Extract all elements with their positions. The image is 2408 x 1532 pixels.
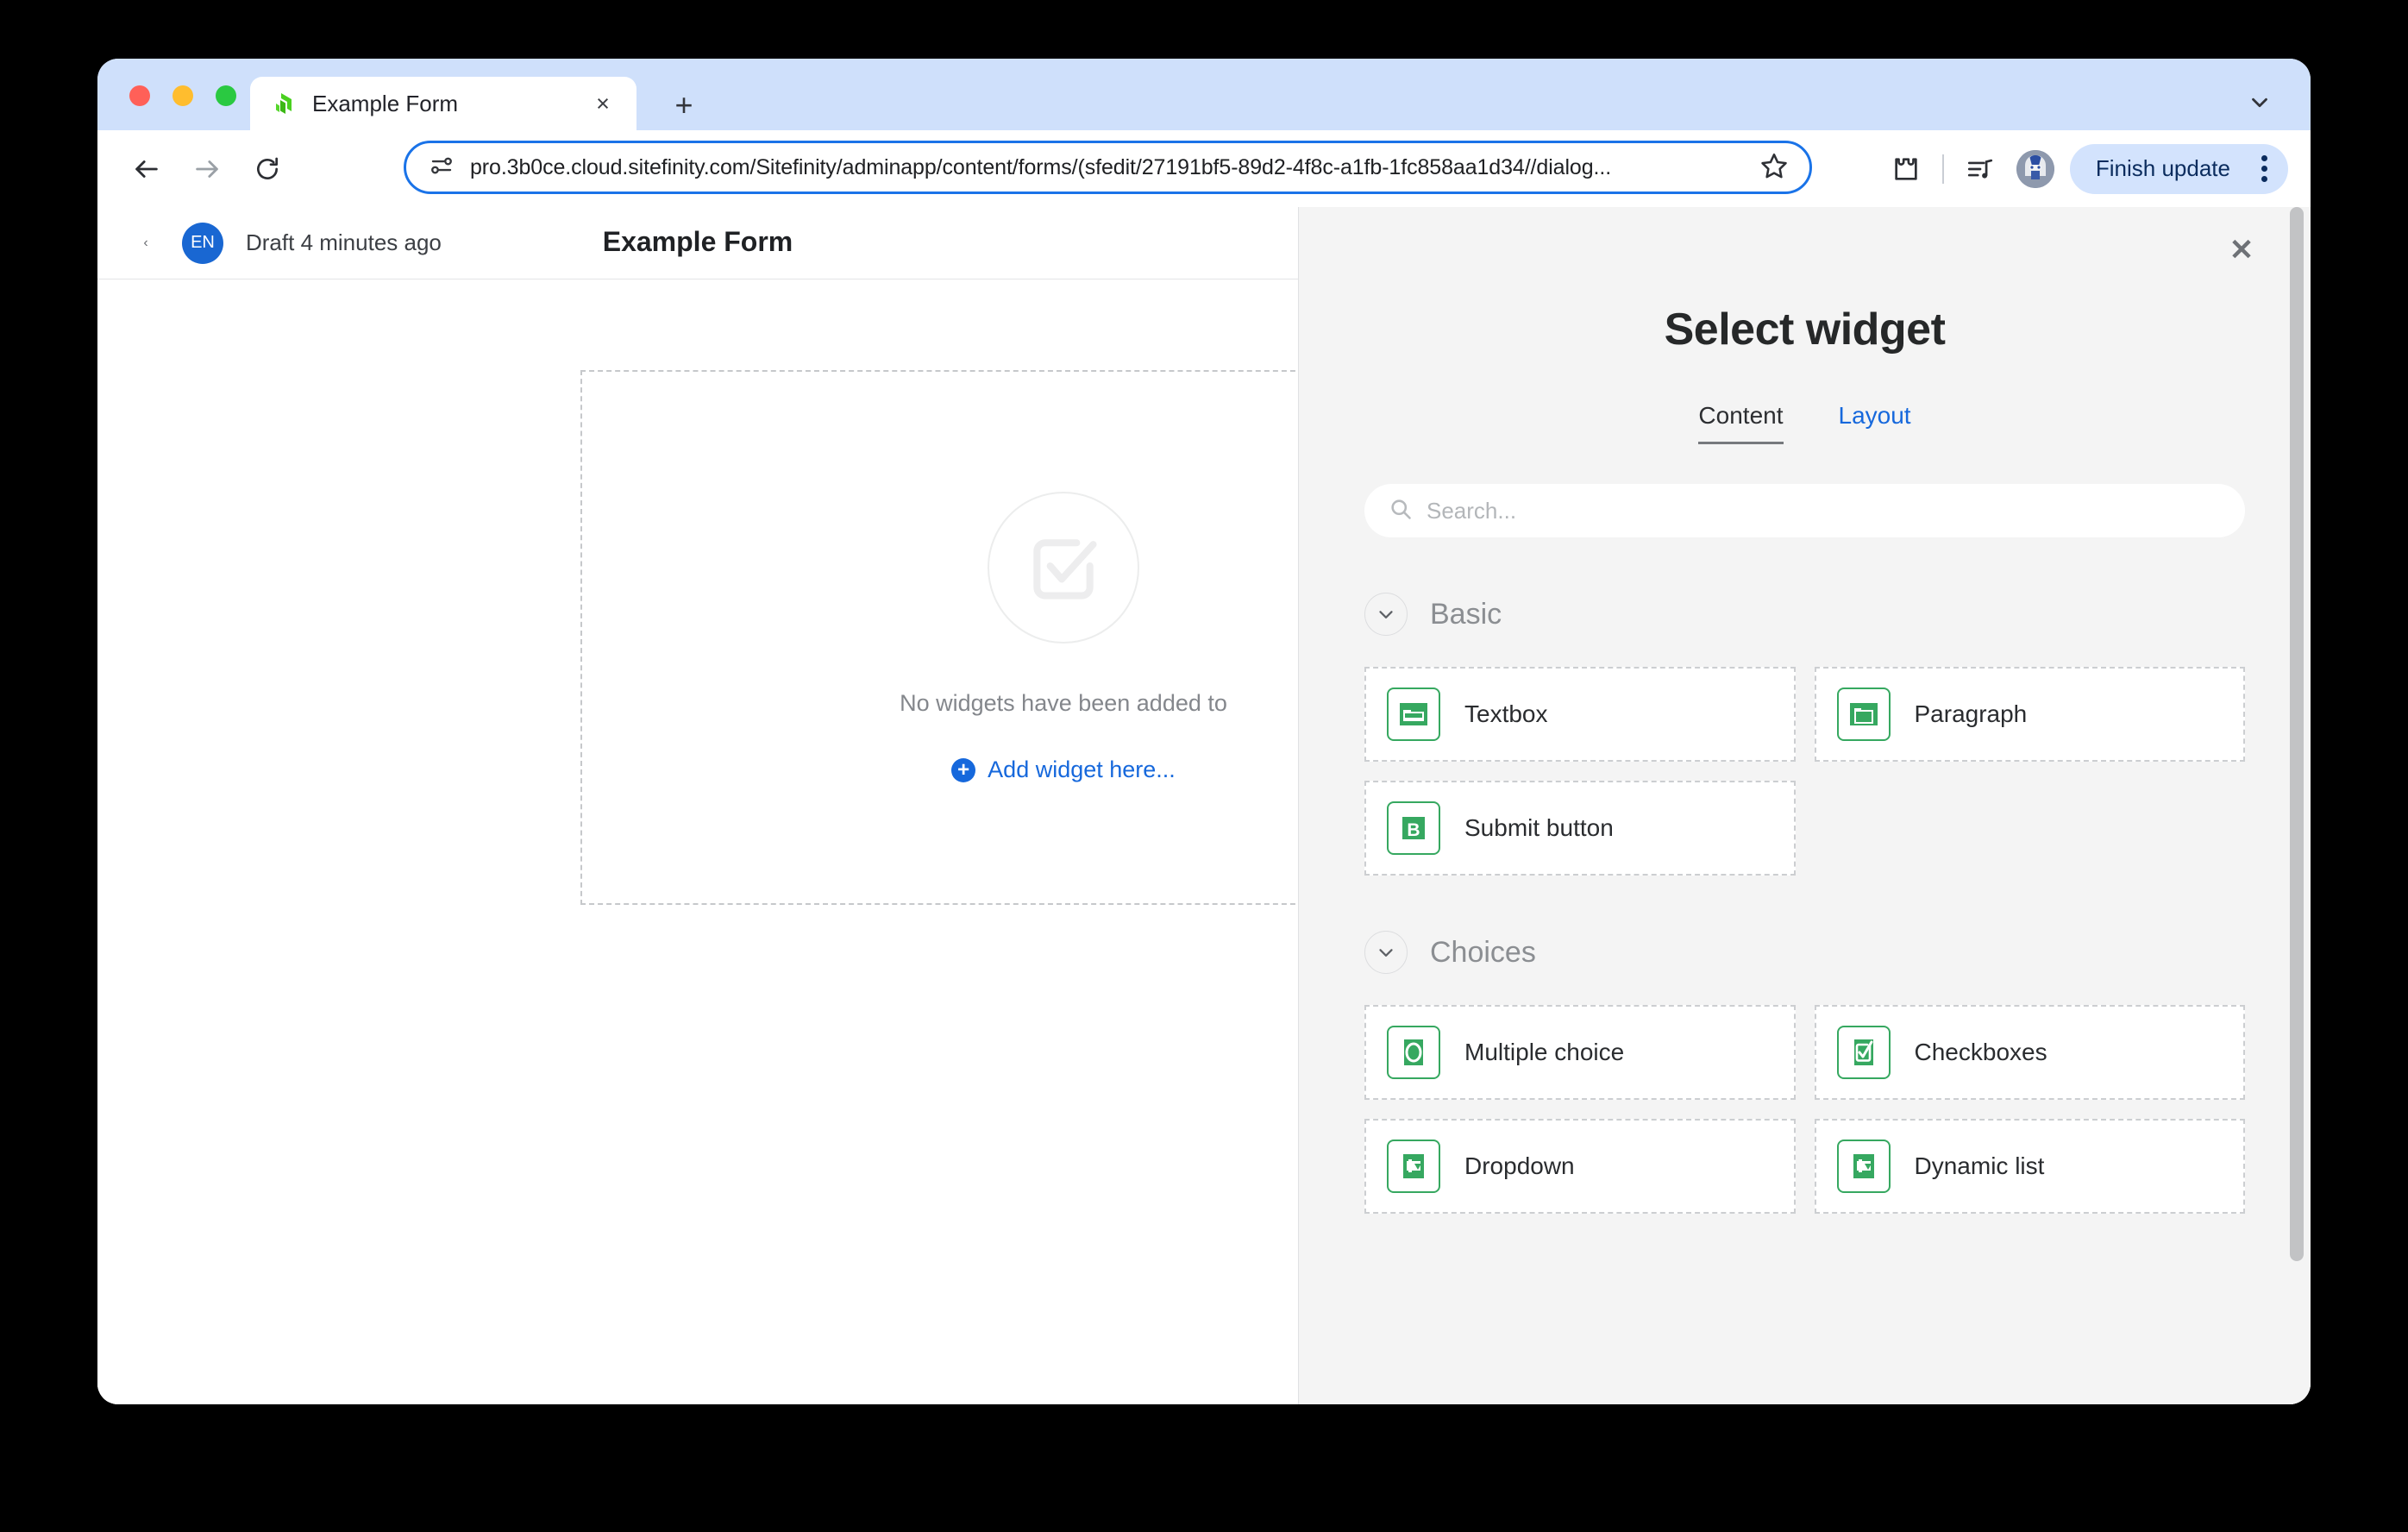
- media-playlist-icon[interactable]: [1956, 145, 2004, 193]
- panel-scrollbar[interactable]: [2290, 207, 2305, 1404]
- reload-icon[interactable]: [247, 148, 288, 190]
- widget-label: Submit button: [1464, 814, 1614, 841]
- empty-state-text: No widgets have been added to: [900, 690, 1227, 716]
- window-traffic-lights: [129, 85, 236, 106]
- profile-avatar[interactable]: [2016, 149, 2054, 188]
- site-settings-icon[interactable]: [429, 153, 456, 183]
- browser-toolbar: pro.3b0ce.cloud.sitefinity.com/Sitefinit…: [97, 130, 2311, 207]
- widget-grid-choices: Multiple choice Checkboxes Dropdown Dyna…: [1364, 1005, 2245, 1214]
- new-tab-button[interactable]: +: [667, 88, 701, 122]
- browser-window: Example Form × + pro.3b0ce.cloud.sitefin…: [97, 59, 2311, 1404]
- submit-button-icon: B: [1387, 801, 1440, 855]
- checkbox-icon: [1836, 1026, 1891, 1079]
- widget-label: Checkboxes: [1914, 1039, 2047, 1065]
- editor-header: ‹ EN Draft 4 minutes ago Example Form: [97, 207, 1298, 279]
- toolbar-right-actions: Finish update: [1882, 130, 2288, 207]
- section-choices: Choices Multiple choice Checkboxes Dropd…: [1299, 931, 2311, 1214]
- minimize-window-button[interactable]: [172, 85, 193, 106]
- textbox-field-icon: [1387, 688, 1440, 741]
- extensions-puzzle-icon[interactable]: [1882, 145, 1930, 193]
- toolbar-divider: [1941, 154, 1944, 184]
- back-button[interactable]: ‹: [123, 221, 168, 266]
- language-badge[interactable]: EN: [182, 222, 223, 264]
- widget-card-dynamic-list[interactable]: Dynamic list: [1814, 1119, 2245, 1214]
- widget-label: Multiple choice: [1464, 1039, 1625, 1065]
- dropdown-select-icon: [1387, 1140, 1440, 1193]
- chevron-down-icon[interactable]: [1364, 931, 1408, 974]
- dynamic-list-icon: [1836, 1140, 1891, 1193]
- section-choices-header[interactable]: Choices: [1364, 931, 2245, 974]
- add-widget-link[interactable]: + Add widget here...: [951, 757, 1176, 783]
- widget-label: Dropdown: [1464, 1152, 1575, 1179]
- widget-label: Dynamic list: [1914, 1152, 2045, 1179]
- search-box[interactable]: [1364, 484, 2245, 537]
- search-icon: [1389, 497, 1414, 525]
- section-basic: Basic Textbox Paragraph B Submit button: [1299, 593, 2311, 876]
- form-canvas: No widgets have been added to + Add widg…: [97, 279, 1546, 1404]
- close-icon[interactable]: ✕: [2221, 229, 2262, 271]
- widget-card-checkboxes[interactable]: Checkboxes: [1814, 1005, 2245, 1100]
- chevron-down-icon[interactable]: [2243, 86, 2276, 119]
- select-widget-panel: ✕ Select widget Content Layout Search...…: [1298, 207, 2311, 1404]
- close-window-button[interactable]: [129, 85, 150, 106]
- widget-card-dropdown[interactable]: Dropdown: [1364, 1119, 1796, 1214]
- search-input[interactable]: [1427, 497, 2221, 524]
- widget-label: Textbox: [1464, 700, 1548, 727]
- section-title: Basic: [1430, 597, 1502, 631]
- widget-card-paragraph[interactable]: Paragraph: [1814, 667, 2245, 762]
- draft-status: Draft 4 minutes ago: [246, 229, 442, 255]
- forward-arrow-icon[interactable]: [186, 148, 228, 190]
- finish-update-button[interactable]: Finish update: [2069, 143, 2288, 194]
- kebab-menu-icon[interactable]: [2249, 155, 2279, 182]
- url-text: pro.3b0ce.cloud.sitefinity.com/Sitefinit…: [470, 154, 1612, 179]
- section-title: Choices: [1430, 935, 1536, 969]
- tab-content[interactable]: Content: [1698, 402, 1784, 444]
- sitefinity-logo-icon: [269, 90, 297, 117]
- panel-title: Select widget: [1664, 305, 1946, 355]
- svg-text:B: B: [1407, 820, 1420, 840]
- finish-update-label: Finish update: [2095, 155, 2230, 181]
- section-basic-header[interactable]: Basic: [1364, 593, 2245, 636]
- tab-title: Example Form: [312, 90, 459, 116]
- scrollbar-thumb[interactable]: [2290, 207, 2304, 1261]
- widget-card-submit-button[interactable]: B Submit button: [1364, 781, 1796, 876]
- panel-tabs: Content Layout: [1299, 402, 2311, 444]
- page-content: ‹ EN Draft 4 minutes ago Example Form No…: [97, 207, 2311, 1404]
- widget-label: Paragraph: [1914, 700, 2028, 727]
- plus-circle-icon: +: [951, 757, 976, 782]
- checkbox-check-icon: [988, 492, 1139, 644]
- widget-card-multiple-choice[interactable]: Multiple choice: [1364, 1005, 1796, 1100]
- add-widget-label: Add widget here...: [988, 757, 1176, 782]
- star-icon[interactable]: [1759, 151, 1790, 185]
- widget-card-textbox[interactable]: Textbox: [1364, 667, 1796, 762]
- paragraph-field-icon: [1836, 688, 1891, 741]
- maximize-window-button[interactable]: [216, 85, 236, 106]
- tab-layout[interactable]: Layout: [1839, 402, 1911, 444]
- form-editor: ‹ EN Draft 4 minutes ago Example Form No…: [97, 207, 1546, 1404]
- widget-grid-basic: Textbox Paragraph B Submit button: [1364, 667, 2245, 876]
- tab-strip: Example Form × +: [97, 59, 2311, 130]
- close-icon[interactable]: ×: [588, 89, 618, 118]
- browser-tab[interactable]: Example Form ×: [250, 77, 636, 130]
- back-arrow-icon[interactable]: [126, 148, 167, 190]
- search-container: [1299, 484, 2311, 537]
- address-bar[interactable]: pro.3b0ce.cloud.sitefinity.com/Sitefinit…: [404, 141, 1812, 194]
- radio-button-icon: [1387, 1026, 1440, 1079]
- chevron-down-icon[interactable]: [1364, 593, 1408, 636]
